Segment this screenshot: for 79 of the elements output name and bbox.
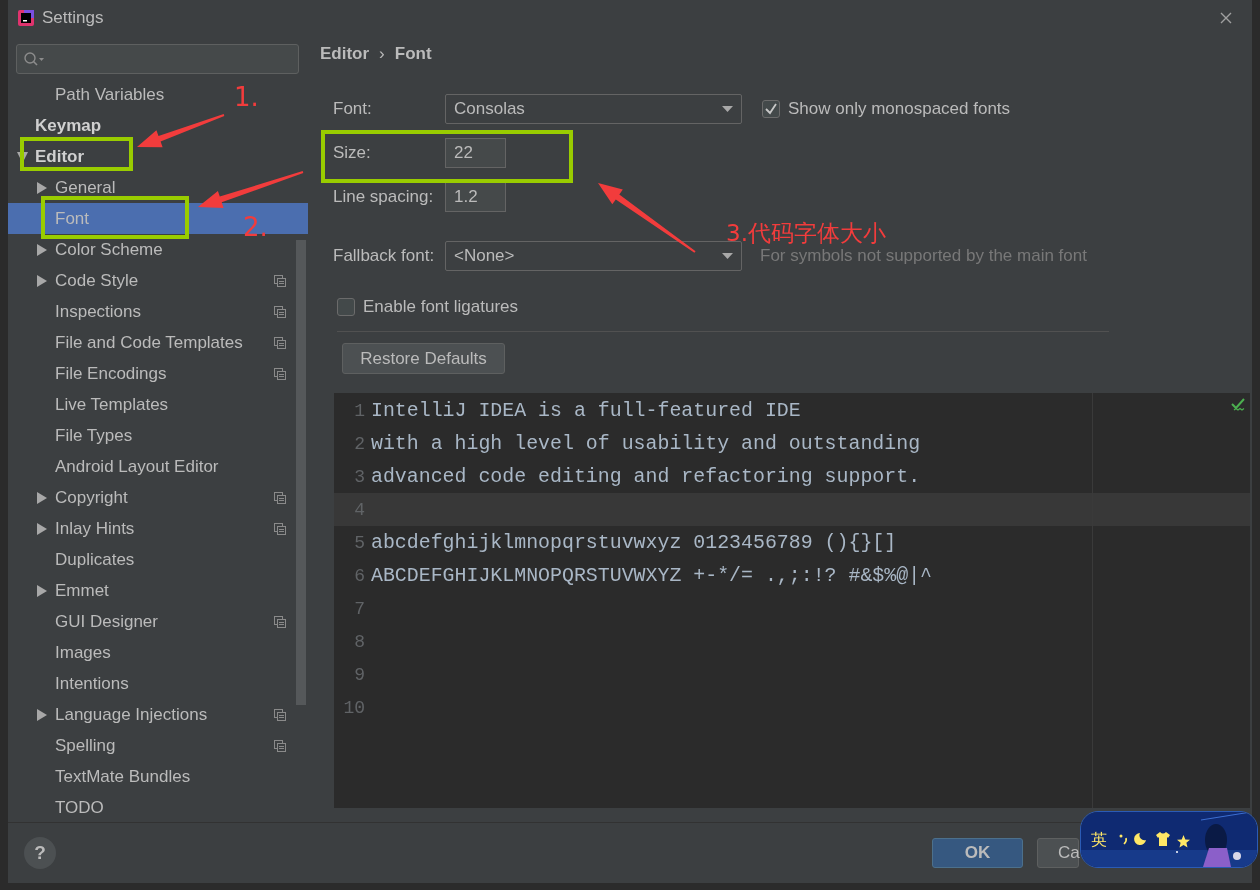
breadcrumb-separator: › bbox=[379, 44, 385, 64]
star-icon[interactable] bbox=[1177, 835, 1190, 848]
moon-icon[interactable] bbox=[1133, 832, 1147, 846]
tree-item[interactable]: Duplicates bbox=[8, 544, 135, 575]
tree-item[interactable]: GUI Designer bbox=[8, 606, 158, 637]
code-line: abcdefghijklmnopqrstuvwxyz 0123456789 (){}[] bbox=[371, 531, 897, 554]
tree-item[interactable]: General bbox=[8, 172, 116, 203]
tree-item[interactable]: TextMate Bundles bbox=[8, 761, 191, 792]
scrollbar[interactable] bbox=[296, 240, 306, 705]
code-line: advanced code editing and refactoring support. bbox=[371, 465, 921, 488]
field-label: Fallback font: bbox=[333, 246, 436, 266]
tree-item[interactable]: Live Templates bbox=[8, 389, 169, 420]
tree-item[interactable]: Keymap bbox=[8, 110, 102, 141]
tree-item[interactable]: Code Style bbox=[8, 265, 139, 296]
close-icon[interactable] bbox=[1220, 11, 1232, 24]
expand-arrow-icon[interactable] bbox=[37, 708, 48, 721]
tree-item[interactable]: Path Variables bbox=[8, 79, 165, 110]
field-label: Size: bbox=[333, 143, 372, 163]
window-title: Settings bbox=[42, 7, 105, 28]
tree-item[interactable]: Copyright bbox=[8, 482, 128, 513]
tree-item[interactable]: TODO bbox=[8, 792, 104, 822]
app-icon bbox=[18, 9, 34, 26]
fallback-font-dropdown[interactable]: <None> bbox=[445, 241, 742, 271]
code-line: with a high level of usability and outstanding bbox=[371, 432, 921, 455]
expand-arrow-icon[interactable] bbox=[37, 243, 48, 256]
expand-arrow-icon[interactable] bbox=[37, 584, 48, 597]
field-label: Font: bbox=[333, 99, 373, 119]
line-number: 7 bbox=[353, 598, 366, 619]
checkbox[interactable] bbox=[337, 298, 355, 316]
code-line: ABCDEFGHIJKLMNOPQRSTUVWXYZ +-*/= .,;:!? #&$%@|^ bbox=[371, 564, 932, 587]
line-number: 5 bbox=[353, 532, 366, 553]
line-spacing-field[interactable]: 1.2 bbox=[445, 182, 506, 212]
tree-item[interactable]: Inlay Hints bbox=[8, 513, 135, 544]
help-button[interactable]: ? bbox=[24, 837, 56, 869]
caret-icon bbox=[722, 253, 733, 259]
search-field[interactable] bbox=[16, 44, 299, 74]
annotation-label: 1. bbox=[234, 82, 259, 112]
checkbox-label: Show only monospaced fonts bbox=[788, 99, 1011, 119]
expand-arrow-icon[interactable] bbox=[37, 181, 48, 194]
breadcrumb-item[interactable]: Editor bbox=[320, 44, 370, 64]
line-number: 1 bbox=[353, 400, 366, 421]
tree-item[interactable]: Spelling bbox=[8, 730, 116, 761]
cancel-button[interactable]: Ca bbox=[1037, 838, 1079, 868]
tree-item[interactable]: Emmet bbox=[8, 575, 109, 606]
tree-item[interactable]: Language Injections bbox=[8, 699, 208, 730]
line-number: 2 bbox=[353, 433, 366, 454]
tree-item[interactable]: Intentions bbox=[8, 668, 129, 699]
checkbox[interactable] bbox=[762, 100, 780, 118]
checkbox-label: Enable font ligatures bbox=[363, 297, 518, 317]
tree-item[interactable]: Color Scheme bbox=[8, 234, 163, 265]
shirt-icon[interactable] bbox=[1155, 832, 1171, 846]
search-icon bbox=[23, 51, 45, 67]
line-number: 10 bbox=[342, 697, 366, 718]
restore-defaults-button[interactable]: Restore Defaults bbox=[342, 343, 505, 374]
punctuation-icon[interactable] bbox=[1119, 833, 1129, 845]
line-number: 3 bbox=[353, 466, 366, 487]
caret-icon bbox=[722, 106, 733, 112]
tree-item[interactable]: File and Code Templates bbox=[8, 327, 243, 358]
size-field[interactable]: 22 bbox=[445, 138, 506, 168]
check-icon bbox=[1231, 398, 1246, 412]
tree-item[interactable]: File Types bbox=[8, 420, 133, 451]
line-number: 6 bbox=[353, 565, 366, 586]
hint-text: For symbols not supported by the main font bbox=[760, 246, 1087, 266]
input-mode-indicator[interactable]: 英 bbox=[1091, 830, 1107, 851]
tree-item[interactable]: Android Layout Editor bbox=[8, 451, 219, 482]
ok-button[interactable]: OK bbox=[932, 838, 1023, 868]
tree-item[interactable]: Inspections bbox=[8, 296, 141, 327]
ime-toolbar[interactable]: 英 bbox=[1080, 811, 1258, 868]
code-line: IntelliJ IDEA is a full-featured IDE bbox=[371, 399, 801, 422]
tree-item[interactable]: Images bbox=[8, 637, 111, 668]
expand-arrow-icon[interactable] bbox=[37, 491, 48, 504]
expand-arrow-icon[interactable] bbox=[37, 274, 48, 287]
tree-item[interactable]: File Encodings bbox=[8, 358, 167, 389]
breadcrumb-item: Font bbox=[394, 44, 432, 64]
font-dropdown[interactable]: Consolas bbox=[445, 94, 742, 124]
line-number: 9 bbox=[353, 664, 366, 685]
field-label: Line spacing: bbox=[333, 187, 435, 207]
expand-arrow-icon[interactable] bbox=[37, 522, 48, 535]
line-number: 8 bbox=[353, 631, 366, 652]
